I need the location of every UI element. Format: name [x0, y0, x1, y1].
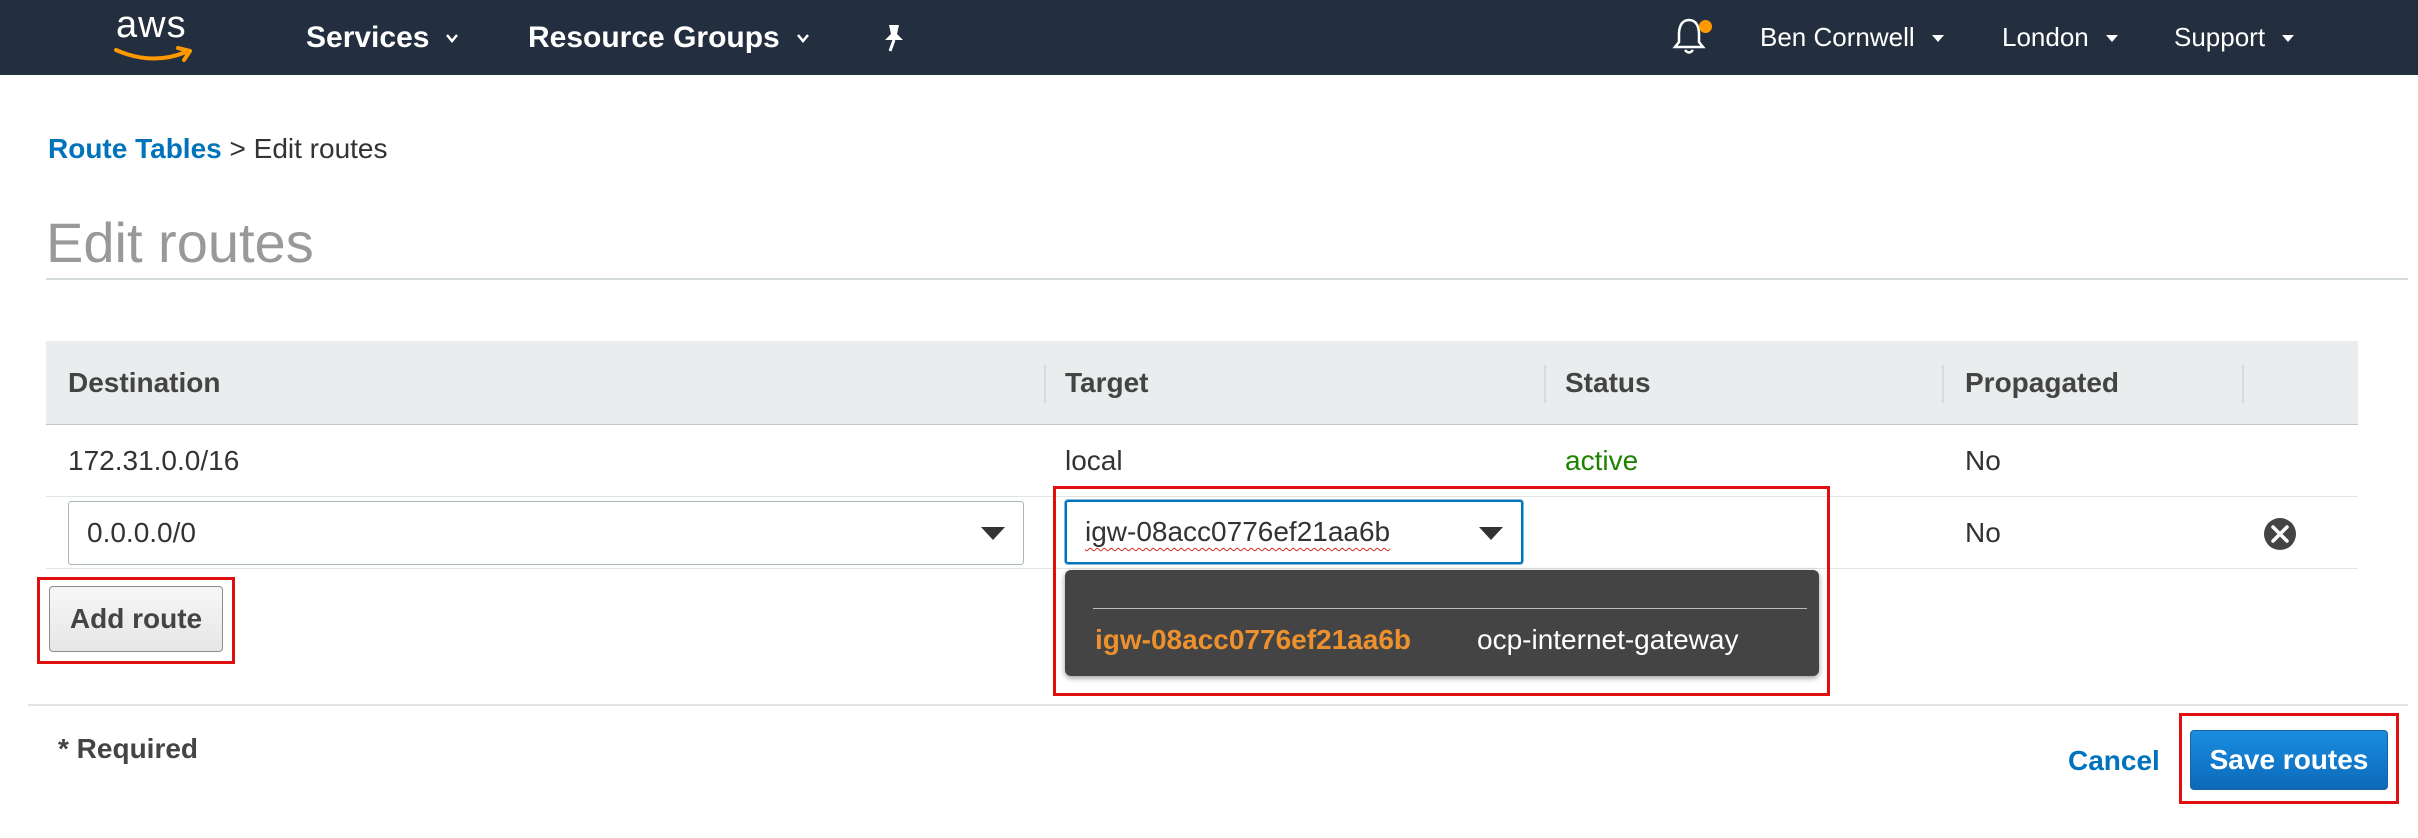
- row-status: active: [1565, 445, 1639, 476]
- required-note: * Required: [58, 733, 199, 764]
- services-label: Services: [306, 20, 430, 54]
- pin-icon: [885, 24, 903, 52]
- resource-groups-menu[interactable]: Resource Groups: [528, 0, 810, 75]
- column-status: Status: [1565, 367, 1651, 398]
- breadcrumb-separator: >: [229, 133, 246, 164]
- row-propagated: No: [1965, 517, 2001, 548]
- chevron-down-icon: [446, 33, 459, 43]
- chevron-down-icon: [2105, 34, 2118, 42]
- highlight-box-add-route: [37, 577, 235, 664]
- chevron-down-icon: [981, 527, 1005, 540]
- aws-logo-text: aws: [116, 4, 187, 46]
- highlight-box-target: [1053, 486, 1830, 696]
- pin-button[interactable]: [880, 0, 908, 75]
- destination-value: 0.0.0.0/0: [87, 517, 196, 548]
- region-name: London: [2002, 22, 2089, 52]
- aws-logo[interactable]: aws: [112, 4, 202, 66]
- breadcrumb-current: Edit routes: [253, 133, 388, 164]
- row-target: local: [1065, 445, 1123, 476]
- column-propagated: Propagated: [1965, 367, 2120, 398]
- cancel-link[interactable]: Cancel: [2068, 745, 2160, 777]
- aws-smile-icon: [114, 46, 192, 62]
- column-destination: Destination: [68, 367, 221, 398]
- chevron-down-icon: [2282, 34, 2295, 42]
- breadcrumb: Route Tables > Edit routes: [48, 133, 388, 165]
- resource-groups-label: Resource Groups: [528, 20, 780, 54]
- support-label: Support: [2174, 22, 2266, 52]
- user-menu[interactable]: Ben Cornwell: [1760, 0, 1945, 75]
- footer-divider: [28, 704, 2408, 706]
- top-nav: aws Services Resource Groups Ben Cornwel…: [0, 0, 2418, 75]
- chevron-down-icon: [796, 33, 809, 43]
- remove-circle-icon[interactable]: [2262, 516, 2298, 552]
- page-title: Edit routes: [46, 211, 314, 274]
- services-menu[interactable]: Services: [306, 0, 459, 75]
- breadcrumb-route-tables-link[interactable]: Route Tables: [48, 133, 222, 164]
- column-divider: [2242, 365, 2244, 403]
- user-name: Ben Cornwell: [1760, 22, 1915, 52]
- row-propagated: No: [1965, 445, 2001, 476]
- column-divider: [1942, 365, 1944, 403]
- region-menu[interactable]: London: [2002, 0, 2119, 75]
- routes-table-header: Destination Target Status Propagated: [46, 341, 2358, 425]
- row-destination: 172.31.0.0/16: [68, 445, 240, 476]
- support-menu[interactable]: Support: [2174, 0, 2295, 75]
- column-divider: [1044, 365, 1046, 403]
- notifications-button[interactable]: [1672, 16, 1712, 60]
- title-divider: [46, 278, 2408, 280]
- highlight-box-save: [2179, 713, 2399, 804]
- destination-select[interactable]: 0.0.0.0/0: [68, 501, 1024, 565]
- column-divider: [1544, 365, 1546, 403]
- column-target: Target: [1065, 367, 1149, 398]
- chevron-down-icon: [1931, 34, 1944, 42]
- notification-dot: [1699, 20, 1712, 33]
